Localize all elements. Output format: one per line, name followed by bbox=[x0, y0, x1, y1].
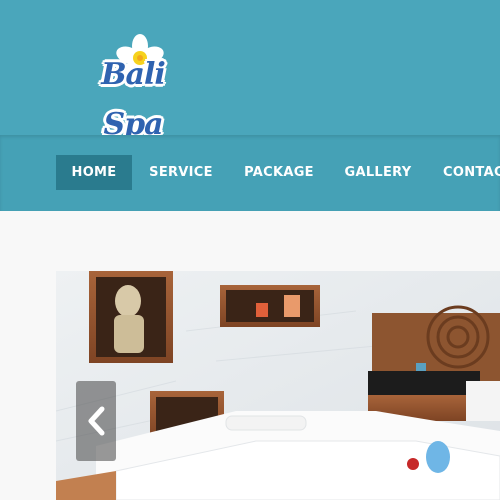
nav-item-service[interactable]: SERVICE bbox=[146, 155, 216, 190]
site-header: Bali Spa bbox=[0, 0, 500, 142]
image-slider bbox=[56, 271, 500, 500]
main-navigation: HOME SERVICE PACKAGE GALLERY CONTACT bbox=[0, 135, 500, 211]
nav-item-contact[interactable]: CONTACT bbox=[438, 155, 500, 190]
main-content bbox=[0, 211, 500, 500]
chevron-left-icon bbox=[88, 406, 105, 436]
slider-prev-button[interactable] bbox=[76, 381, 116, 461]
logo-text: Bali Spa bbox=[101, 57, 166, 142]
nav-item-home[interactable]: HOME bbox=[56, 155, 132, 190]
logo[interactable]: Bali Spa bbox=[66, 34, 198, 142]
nav-item-package[interactable]: PACKAGE bbox=[240, 155, 318, 190]
spa-room-photo bbox=[56, 271, 500, 500]
nav-item-gallery[interactable]: GALLERY bbox=[340, 155, 416, 190]
